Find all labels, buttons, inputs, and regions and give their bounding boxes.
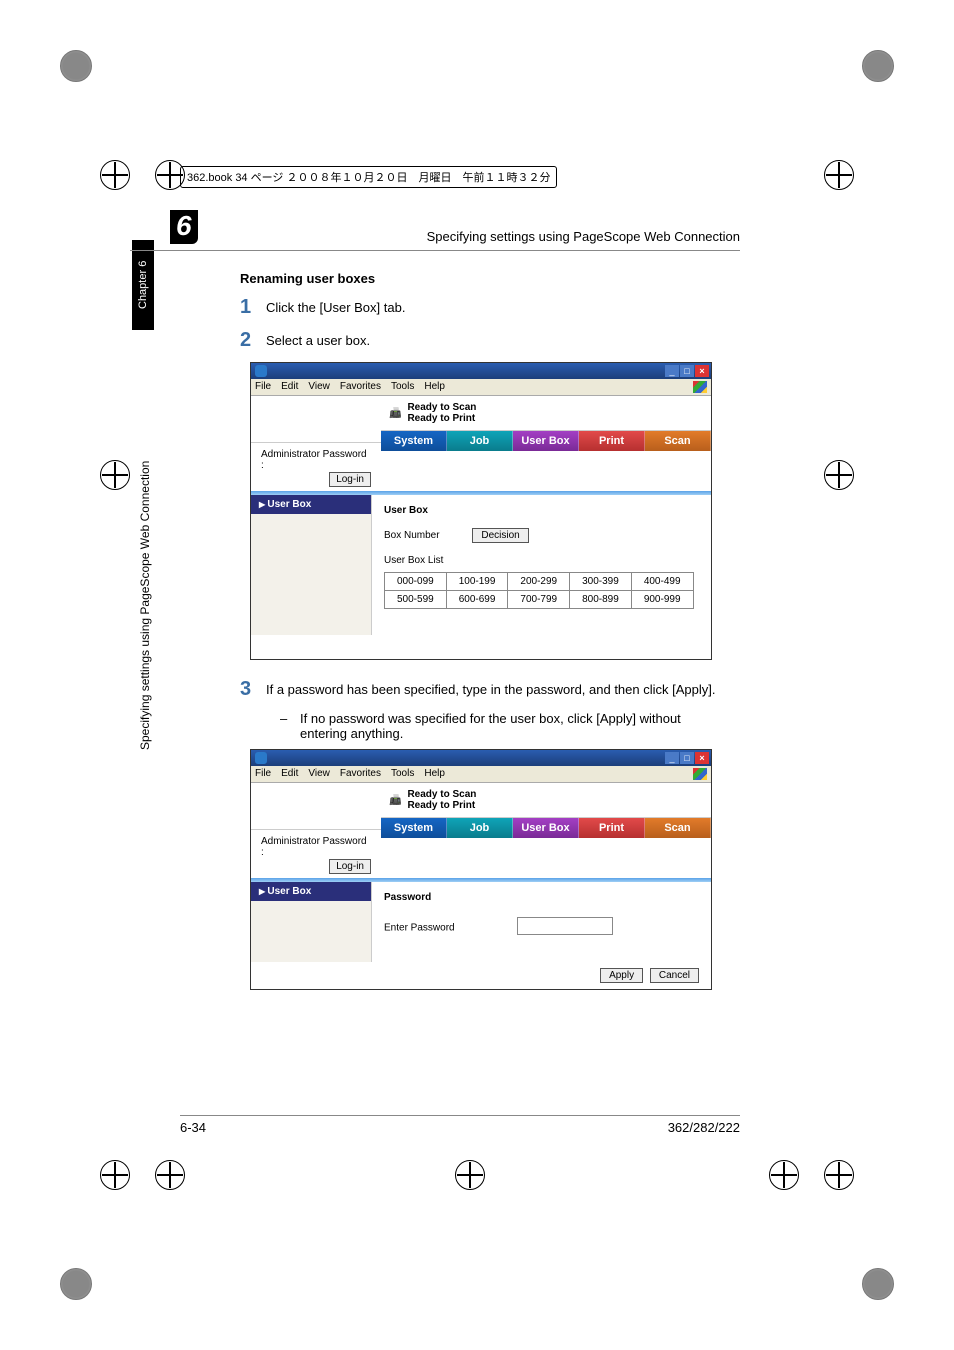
crop-mark-icon [60,1268,92,1300]
step-text-1: Click the [User Box] tab. [266,300,405,315]
source-meta-line: 362.book 34 ページ ２００８年１０月２０日 月曜日 午前１１時３２分 [180,166,557,188]
browser-menubar: File Edit View Favorites Tools Help [251,379,711,396]
menu-view[interactable]: View [308,768,330,780]
meta-text: 362.book 34 ページ ２００８年１０月２０日 月曜日 午前１１時３２分 [187,169,550,185]
status-ready-scan: Ready to Scan [407,402,476,413]
tab-print[interactable]: Print [579,818,645,838]
registration-mark-icon [155,1160,185,1190]
close-button[interactable]: × [695,752,709,764]
tab-print[interactable]: Print [579,431,645,451]
ie-logo-icon [255,752,267,764]
range-cell[interactable]: 800-899 [570,591,632,609]
screenshot-password-entry: _ □ × File Edit View Favorites Tools Hel… [250,749,712,990]
registration-mark-icon [824,160,854,190]
admin-password-label: Administrator Password : [261,449,371,471]
tab-scan[interactable]: Scan [645,818,711,838]
menu-tools[interactable]: Tools [391,768,414,780]
range-cell[interactable]: 600-699 [446,591,508,609]
maximize-button[interactable]: □ [680,365,694,377]
range-cell[interactable]: 000-099 [385,573,447,591]
registration-mark-icon [100,460,130,490]
tab-system[interactable]: System [381,431,447,451]
crop-mark-icon [862,1268,894,1300]
menu-edit[interactable]: Edit [281,381,298,393]
main-title-user-box: User Box [384,505,699,516]
registration-mark-icon [100,160,130,190]
tab-scan[interactable]: Scan [645,431,711,451]
registration-mark-icon [824,460,854,490]
close-button[interactable]: × [695,365,709,377]
menu-favorites[interactable]: Favorites [340,381,381,393]
tab-user-box[interactable]: User Box [513,818,579,838]
crop-mark-icon [862,50,894,82]
scanner-icon: 📠 [389,408,401,419]
windows-flag-icon [693,768,707,780]
user-box-range-table: 000-099 100-199 200-299 300-399 400-499 … [384,572,694,609]
range-cell[interactable]: 700-799 [508,591,570,609]
sidebar-item-user-box[interactable]: User Box [251,882,371,901]
sidebar-item-user-box[interactable]: User Box [251,495,371,514]
menu-view[interactable]: View [308,381,330,393]
menu-help[interactable]: Help [424,381,445,393]
range-cell[interactable]: 300-399 [570,573,632,591]
screenshot-user-box-list: _ □ × File Edit View Favorites Tools Hel… [250,362,712,660]
login-button[interactable]: Log-in [329,472,371,487]
apply-button[interactable]: Apply [600,968,643,983]
main-title-password: Password [384,892,699,903]
step-text-3: If a password has been specified, type i… [266,682,715,697]
menu-edit[interactable]: Edit [281,768,298,780]
maximize-button[interactable]: □ [680,752,694,764]
section-title: Renaming user boxes [240,271,730,286]
decision-button[interactable]: Decision [472,528,528,543]
menu-file[interactable]: File [255,768,271,780]
windows-flag-icon [693,381,707,393]
doc-model-reference: 362/282/222 [668,1120,740,1135]
admin-password-label: Administrator Password : [261,836,371,858]
range-cell[interactable]: 900-999 [631,591,693,609]
status-ready-print: Ready to Print [407,413,476,424]
menu-help[interactable]: Help [424,768,445,780]
range-cell[interactable]: 100-199 [446,573,508,591]
registration-mark-icon [455,1160,485,1190]
enter-password-label: Enter Password [384,923,455,934]
sub-bullet: – If no password was specified for the u… [280,711,730,741]
range-cell[interactable]: 200-299 [508,573,570,591]
scanner-icon: 📠 [389,795,401,806]
menu-file[interactable]: File [255,381,271,393]
ie-logo-icon [255,365,267,377]
menu-tools[interactable]: Tools [391,381,414,393]
tab-system[interactable]: System [381,818,447,838]
registration-mark-icon [100,1160,130,1190]
minimize-button[interactable]: _ [665,365,679,377]
range-cell[interactable]: 500-599 [385,591,447,609]
registration-mark-icon [824,1160,854,1190]
status-ready-print: Ready to Print [407,800,476,811]
chapter-number: 6 [170,210,198,244]
box-number-label: Box Number [384,530,440,541]
browser-menubar: File Edit View Favorites Tools Help [251,766,711,783]
status-ready-scan: Ready to Scan [407,789,476,800]
step-number-1: 1 [240,296,266,319]
password-input[interactable] [517,917,613,935]
crop-mark-icon [60,50,92,82]
tab-job[interactable]: Job [447,818,513,838]
menu-favorites[interactable]: Favorites [340,768,381,780]
user-box-list-title: User Box List [384,555,699,566]
login-button[interactable]: Log-in [329,859,371,874]
range-cell[interactable]: 400-499 [631,573,693,591]
tab-user-box[interactable]: User Box [513,431,579,451]
sub-bullet-text: If no password was specified for the use… [300,711,730,741]
page-number: 6-34 [180,1120,206,1135]
running-head-title: Specifying settings using PageScope Web … [427,229,740,244]
step-number-2: 2 [240,329,266,352]
bullet-dash: – [280,711,300,741]
step-text-2: Select a user box. [266,333,370,348]
tab-job[interactable]: Job [447,431,513,451]
cancel-button[interactable]: Cancel [650,968,699,983]
registration-mark-icon [769,1160,799,1190]
minimize-button[interactable]: _ [665,752,679,764]
step-number-3: 3 [240,678,266,701]
